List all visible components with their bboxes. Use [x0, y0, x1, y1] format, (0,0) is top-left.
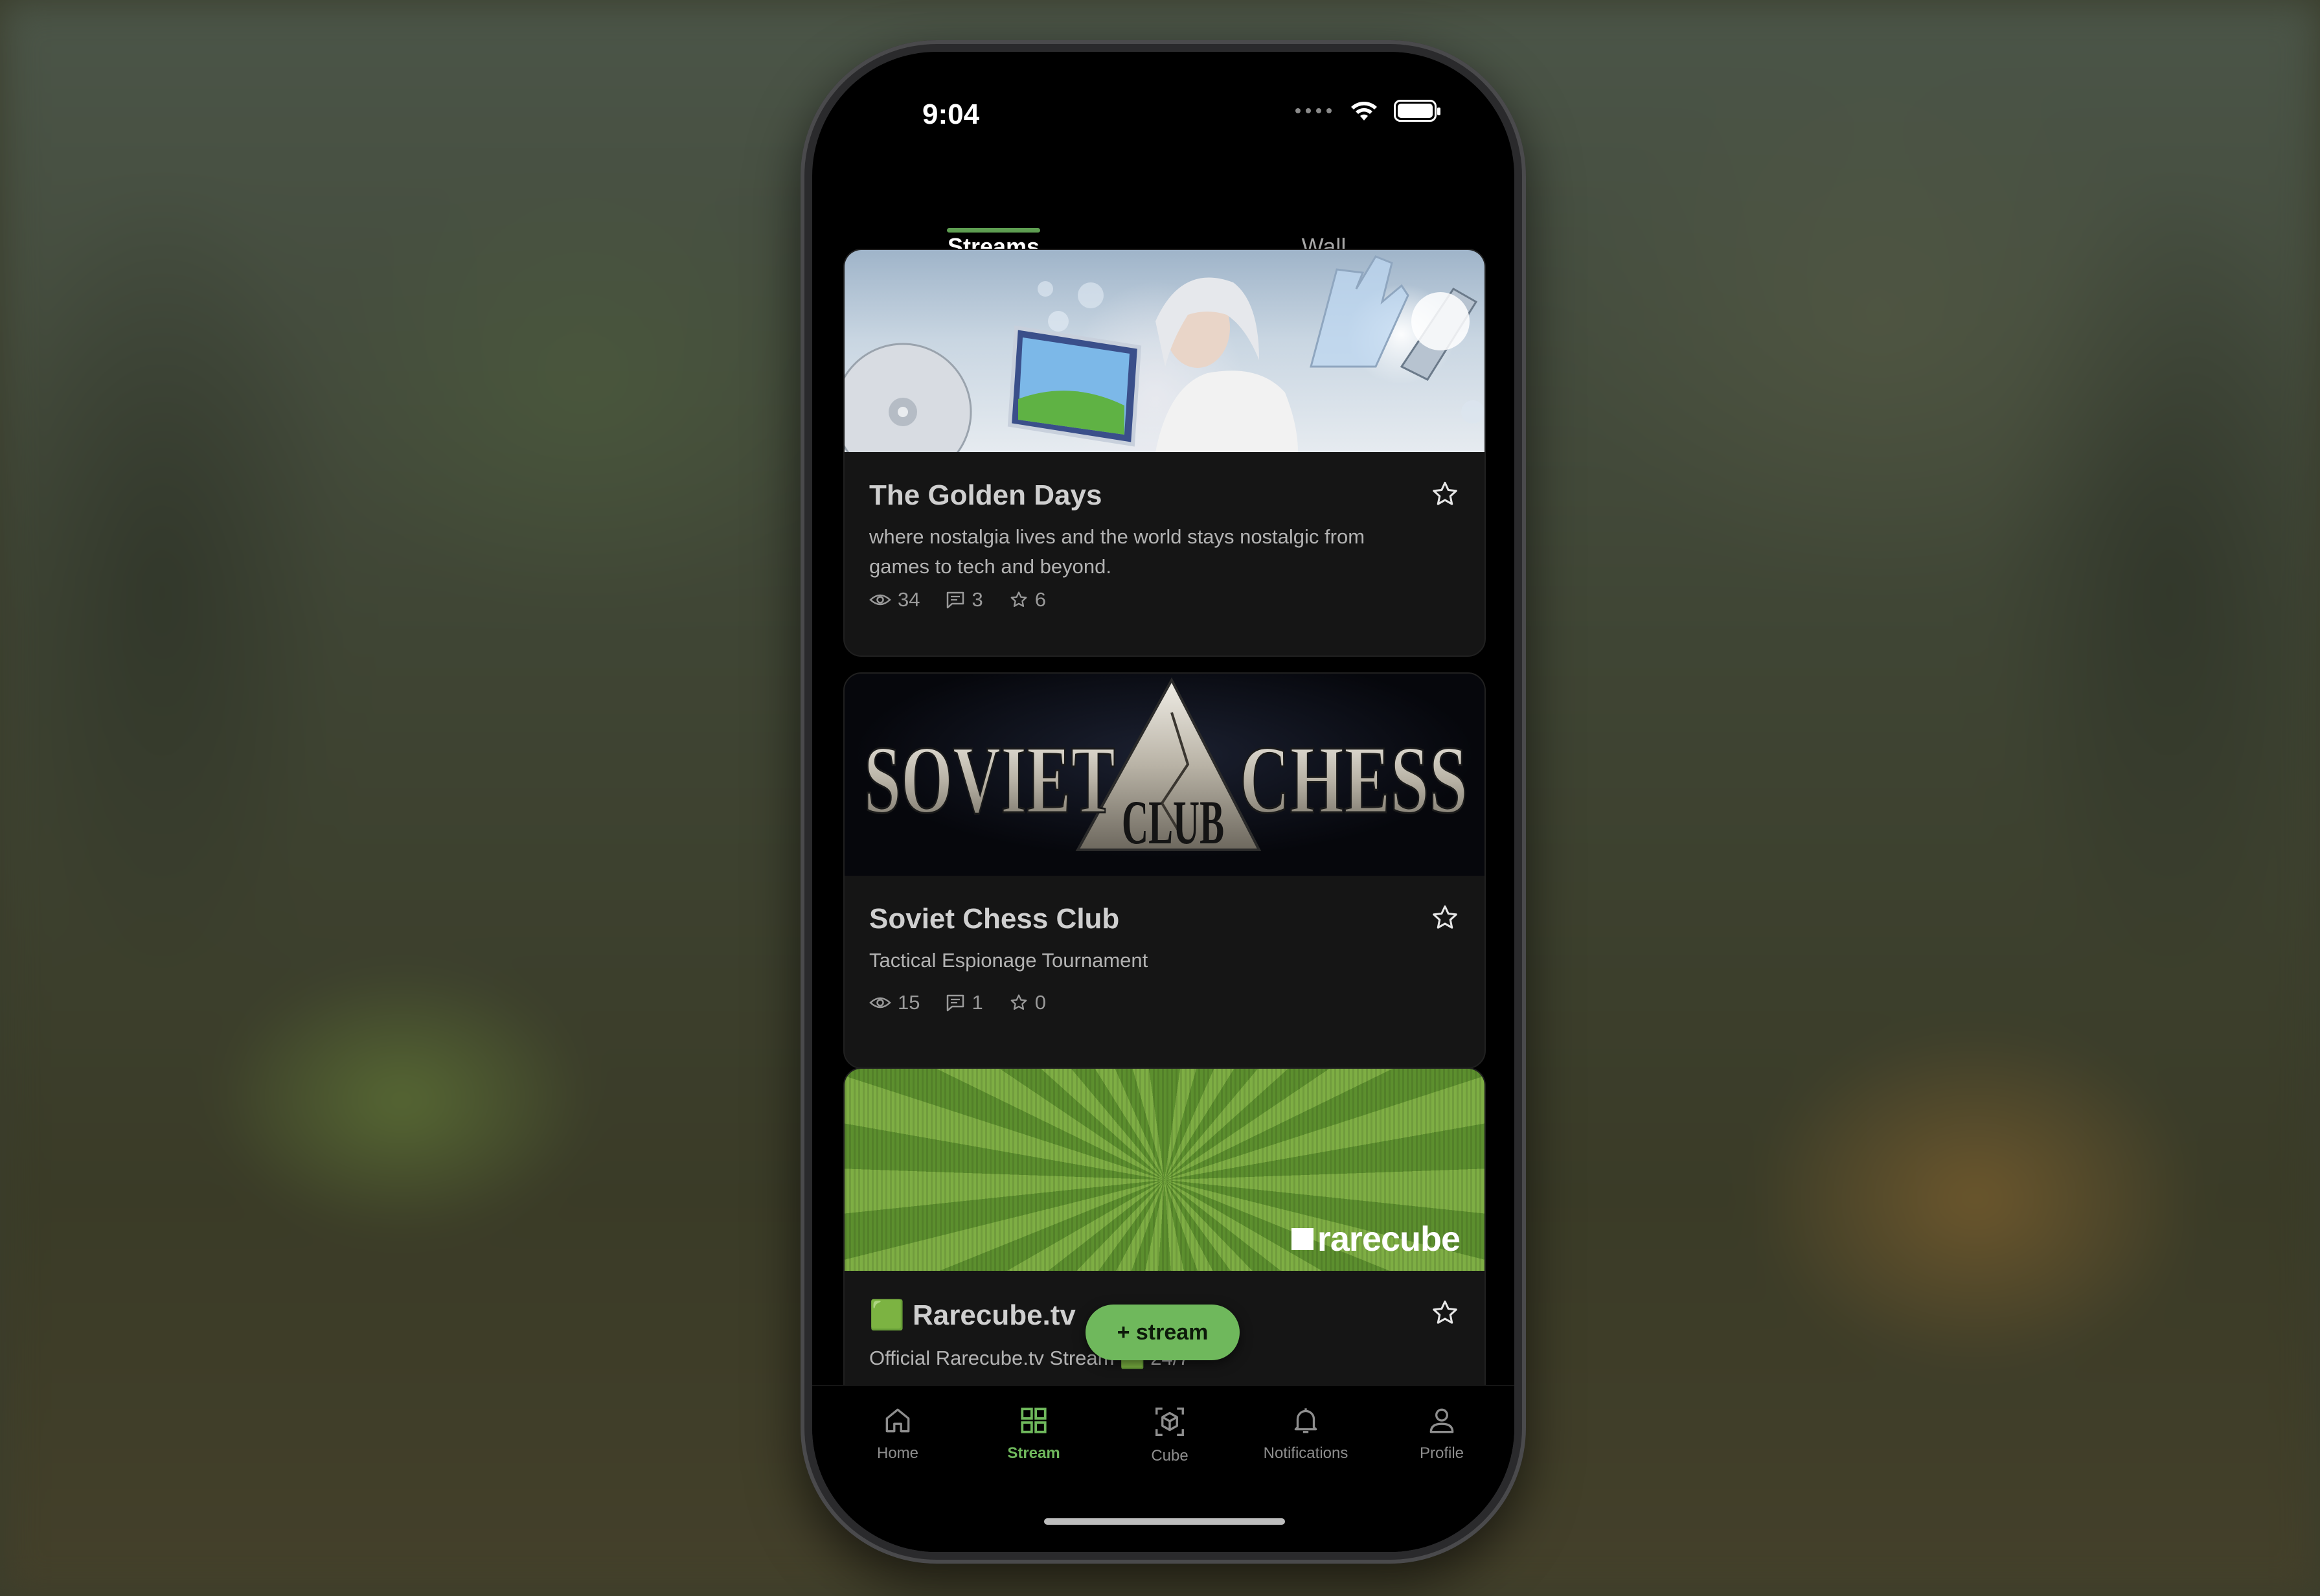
star-small-icon	[1010, 994, 1027, 1010]
stars-count: 0	[1034, 991, 1046, 1014]
views-stat: 15	[869, 991, 920, 1014]
battery-icon	[1394, 100, 1440, 122]
stream-banner-image: SOVIET CHESS CLUB	[845, 674, 1484, 876]
phone-screen: 9:04 Streams Wall The Golden Days where …	[812, 52, 1514, 1552]
nav-label: Cube	[1151, 1447, 1188, 1465]
nav-label: Notifications	[1263, 1444, 1348, 1462]
nav-notifications[interactable]: Notifications	[1247, 1404, 1364, 1463]
rarecube-logo: rarecube	[1291, 1219, 1461, 1259]
status-icons	[1295, 100, 1440, 122]
grid-icon	[1021, 1408, 1047, 1433]
nav-label: Profile	[1419, 1444, 1464, 1462]
stars-stat: 6	[1009, 588, 1046, 611]
nav-label: Stream	[1007, 1444, 1060, 1462]
add-stream-button[interactable]: + stream	[1086, 1305, 1240, 1360]
views-stat: 34	[869, 588, 920, 611]
comments-count: 1	[972, 991, 983, 1014]
bottom-nav: Home Stream Cube Notifications Profile	[812, 1385, 1514, 1552]
top-tabs: Streams Wall	[812, 175, 1514, 260]
banner-text-right: CHESS	[1240, 726, 1468, 834]
star-icon[interactable]	[1430, 1298, 1460, 1328]
banner-text-center: CLUB	[1122, 788, 1224, 857]
comment-icon	[947, 994, 964, 1012]
stars-stat: 0	[1009, 991, 1046, 1014]
star-small-icon	[1010, 591, 1027, 607]
eye-icon	[869, 997, 891, 1009]
nav-cube[interactable]: Cube	[1111, 1404, 1228, 1465]
comments-count: 3	[972, 588, 983, 611]
cube-icon	[1155, 1408, 1184, 1436]
comments-stat: 3	[946, 588, 983, 611]
rarecube-logo-text: rarecube	[1317, 1220, 1461, 1259]
stream-title[interactable]: 🟩 Rarecube.tv	[869, 1298, 1076, 1332]
stream-card[interactable]: SOVIET CHESS CLUB Soviet Chess Club Tact…	[843, 672, 1486, 1069]
cube-square-icon	[1291, 1228, 1314, 1250]
star-icon[interactable]	[1430, 903, 1460, 933]
status-bar: 9:04	[812, 52, 1514, 181]
nav-label: Home	[876, 1444, 919, 1462]
nav-profile[interactable]: Profile	[1383, 1404, 1500, 1463]
home-icon	[885, 1408, 910, 1433]
nav-home[interactable]: Home	[839, 1404, 956, 1463]
banner-text-left: SOVIET	[864, 726, 1115, 834]
star-icon[interactable]	[1430, 479, 1460, 509]
person-icon	[1429, 1408, 1454, 1433]
views-count: 15	[898, 991, 920, 1014]
stream-card[interactable]: The Golden Days where nostalgia lives an…	[843, 249, 1486, 657]
stream-banner-image: rarecube	[845, 1069, 1484, 1271]
stream-description: Tactical Espionage Tournament	[869, 949, 1148, 972]
stream-banner-image	[845, 250, 1484, 452]
stream-stats: 15 1 0	[869, 991, 1046, 1014]
stars-count: 6	[1034, 588, 1046, 611]
active-tab-indicator	[947, 228, 1040, 233]
views-count: 34	[898, 588, 920, 611]
nav-stream[interactable]: Stream	[975, 1404, 1092, 1463]
signal-icon	[1295, 108, 1332, 113]
status-time: 9:04	[922, 98, 980, 130]
comments-stat: 1	[946, 991, 983, 1014]
stream-stats: 34 3 6	[869, 588, 1046, 611]
home-indicator[interactable]	[1044, 1518, 1285, 1525]
bell-icon	[1294, 1408, 1317, 1433]
wifi-icon	[1351, 102, 1377, 120]
comment-icon	[947, 591, 964, 609]
eye-icon	[869, 594, 891, 606]
stream-title[interactable]: Soviet Chess Club	[869, 903, 1119, 935]
stream-description: where nostalgia lives and the world stay…	[869, 525, 1365, 578]
stream-title[interactable]: The Golden Days	[869, 479, 1102, 512]
